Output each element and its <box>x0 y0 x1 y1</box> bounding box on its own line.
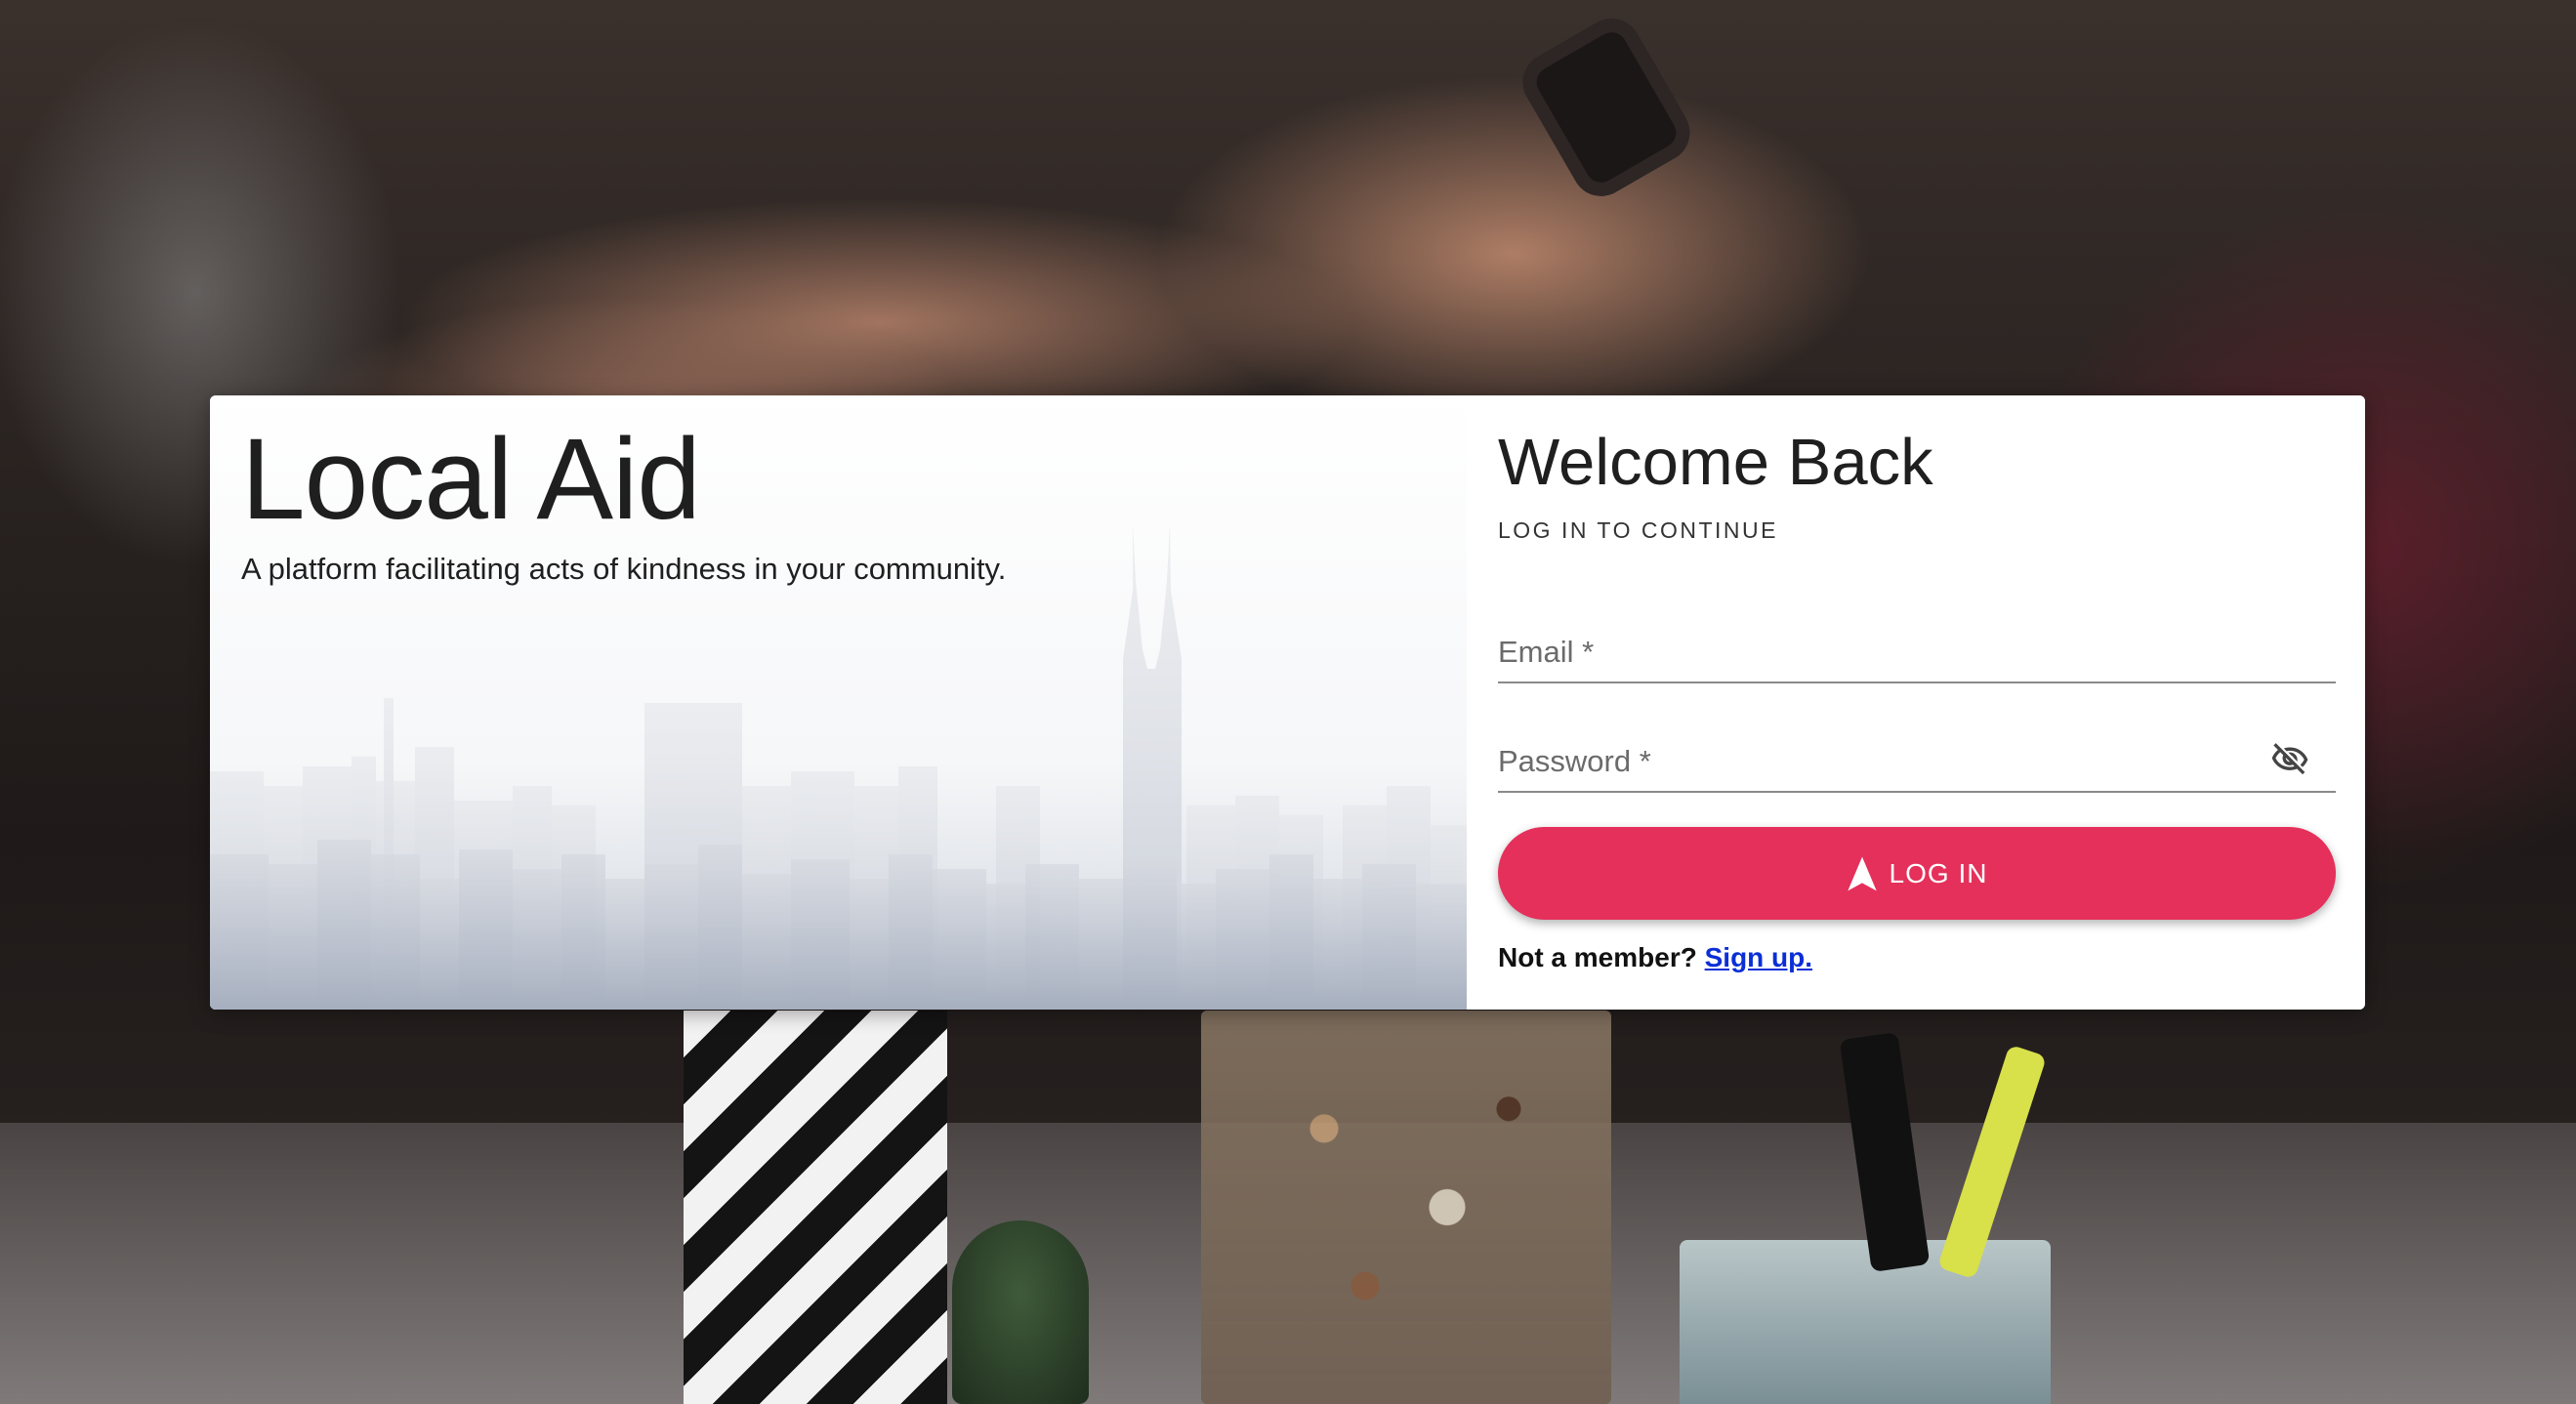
password-input[interactable] <box>1498 744 2336 783</box>
navigation-arrow-icon <box>1847 856 1877 890</box>
password-field[interactable]: Password * <box>1498 724 2336 793</box>
login-subheading: LOG IN TO CONTINUE <box>1498 517 1778 543</box>
eye-off-icon[interactable] <box>2267 740 2312 779</box>
app-tagline: A platform facilitating acts of kindness… <box>241 552 1007 586</box>
signup-prompt-line: Not a member? Sign up. <box>1498 942 1812 973</box>
log-in-button[interactable]: LOG IN <box>1498 827 2336 920</box>
login-card: Local Aid A platform facilitating acts o… <box>210 395 2365 1010</box>
login-panel: Welcome Back LOG IN TO CONTINUE Email * … <box>1467 395 2365 1010</box>
email-field[interactable]: Email * <box>1498 615 2336 683</box>
background-striped-cup <box>684 1011 947 1404</box>
background-jar <box>1201 1011 1611 1404</box>
signup-link[interactable]: Sign up. <box>1705 942 1812 972</box>
background-pen-cup <box>1680 1240 2051 1404</box>
background-cactus <box>952 1220 1089 1404</box>
email-input[interactable] <box>1498 635 2336 674</box>
signup-prompt: Not a member? <box>1498 942 1697 972</box>
brand-panel: Local Aid A platform facilitating acts o… <box>210 395 1467 1010</box>
log-in-button-label: LOG IN <box>1889 857 1988 888</box>
login-heading: Welcome Back <box>1498 426 1933 499</box>
app-title: Local Aid <box>241 415 701 544</box>
